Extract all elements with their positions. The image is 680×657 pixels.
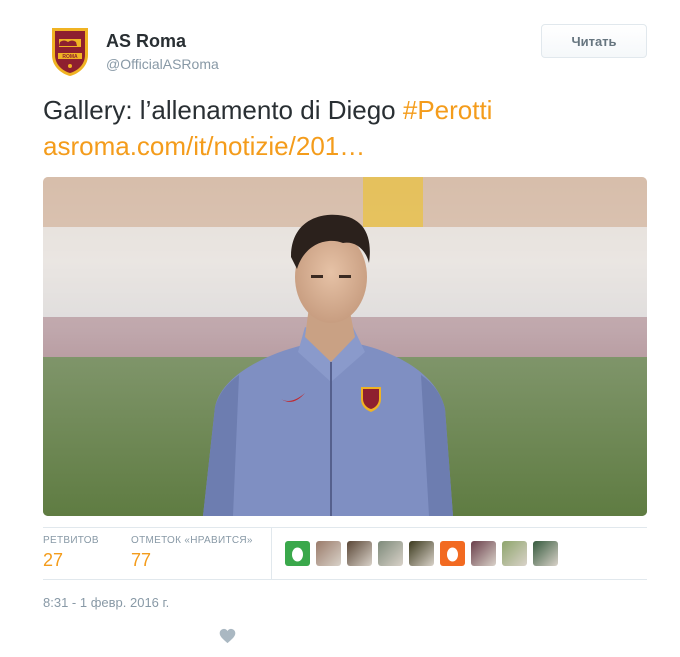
avatar-photo[interactable] — [316, 541, 341, 566]
follow-button[interactable]: Читать — [541, 24, 647, 58]
stats-separator — [271, 528, 272, 579]
egg-icon — [292, 547, 303, 562]
avatar-photo[interactable] — [533, 541, 558, 566]
egg-avatar-orange[interactable] — [440, 541, 465, 566]
egg-avatar-green[interactable] — [285, 541, 310, 566]
retweets-label[interactable]: РЕТВИТОВ — [43, 535, 99, 546]
article-link[interactable]: asroma.com/it/notizie/201… — [43, 128, 653, 164]
likes-label[interactable]: ОТМЕТОК «НРАВИТСЯ» — [131, 535, 253, 546]
avatar-photo[interactable] — [502, 541, 527, 566]
avatar-photo[interactable] — [409, 541, 434, 566]
retweets-count[interactable]: 27 — [43, 550, 63, 571]
avatar-photo[interactable] — [471, 541, 496, 566]
divider — [43, 527, 647, 528]
avatar-photo[interactable] — [347, 541, 372, 566]
tweet-text: Gallery: l’allenamento di Diego #Perotti… — [43, 92, 653, 164]
hashtag-link[interactable]: #Perotti — [403, 95, 493, 125]
tweet-timestamp[interactable]: 8:31 - 1 февр. 2016 г. — [43, 595, 169, 610]
egg-icon — [447, 547, 458, 562]
divider — [43, 579, 647, 580]
avatar-photo[interactable] — [378, 541, 403, 566]
likes-count[interactable]: 77 — [131, 550, 151, 571]
heart-icon[interactable] — [219, 628, 236, 644]
tweet-text-prefix: Gallery: l’allenamento di Diego — [43, 95, 403, 125]
account-handle[interactable]: @OfficialASRoma — [106, 56, 219, 72]
as-roma-logo[interactable]: ROMA — [48, 25, 92, 77]
tweet-photo[interactable] — [43, 177, 647, 516]
account-name[interactable]: AS Roma — [106, 31, 186, 52]
logo-text: ROMA — [62, 54, 78, 60]
tweet-header: ROMA AS Roma @OfficialASRoma Читать — [0, 0, 680, 90]
